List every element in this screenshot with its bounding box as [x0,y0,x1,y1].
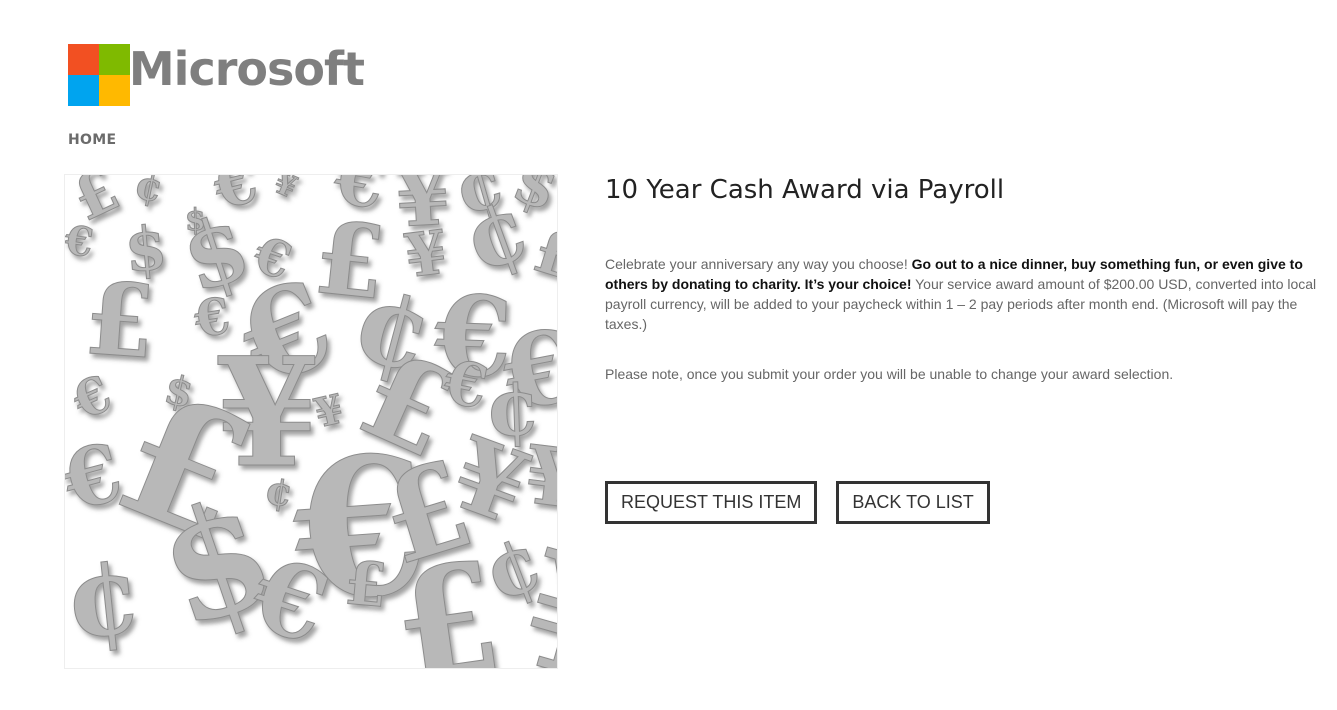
description-intro: Celebrate your anniversary any way you c… [605,256,912,272]
currency-symbol-decoration: ¢ [130,175,167,213]
currency-symbols-icon: £ ¢$ € ¥ € ¥¢$€ $ $€ £ ¥¢££ €€¢€€€ $ ¥¥£€¢€£¢€£¥¥¢$€… [65,175,557,668]
action-buttons: REQUEST THIS ITEM BACK TO LIST [605,481,990,524]
product-description: Celebrate your anniversary any way you c… [605,254,1320,334]
product-title: 10 Year Cash Award via Payroll [605,175,1005,205]
product-image: £ ¢ $ € ¥ € ¥ ¢ $ € $ $ € £ ¥ ¢ £ £ € € ¢ € € € $ ¥ ¥ £ € ¢ € £ ¢ € £ ¥ ¥ ¢ $ €… [64,174,558,669]
microsoft-logo[interactable]: Microsoft [64,16,365,106]
request-item-button[interactable]: REQUEST THIS ITEM [605,481,818,524]
selection-note: Please note, once you submit your order … [605,366,1174,382]
logo-wordmark: Microsoft [128,42,365,96]
logo-square-red [68,44,99,75]
currency-symbol-decoration: £ [81,259,159,382]
currency-symbol-decoration: £ [342,548,390,621]
currency-symbol-decoration: ¥ [269,175,302,206]
windows-logo-icon [64,28,130,106]
product-details: 10 Year Cash Award via Payroll Celebrate… [605,172,1325,384]
nav-home-link[interactable]: HOME [68,132,116,148]
logo-square-yellow [99,75,130,106]
logo-square-green [99,44,130,75]
currency-symbol-decoration: ¢ [65,528,148,664]
back-to-list-button[interactable]: BACK TO LIST [836,481,990,524]
logo-square-blue [68,75,99,106]
